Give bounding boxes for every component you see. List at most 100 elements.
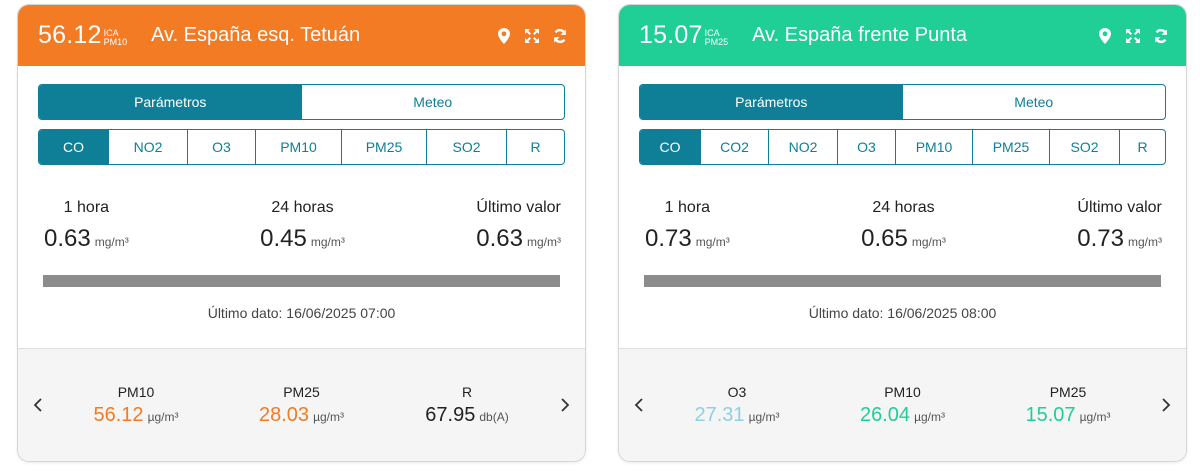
stat-unit: mg/m³ xyxy=(310,235,345,249)
carousel-item-value: 28.03 µg/m³ xyxy=(259,404,344,427)
carousel-item-value: 67.95 db(A) xyxy=(425,404,508,427)
level-bar xyxy=(644,275,1161,287)
tab-parametros[interactable]: Parámetros xyxy=(39,85,302,119)
carousel-item: PM25 15.07 µg/m³ xyxy=(998,384,1138,427)
carousel-item-unit: µg/m³ xyxy=(914,409,945,424)
view-tabs: Parámetros Meteo xyxy=(639,84,1166,120)
carousel-item-number: 27.31 xyxy=(694,403,745,426)
stat-number: 0.65 xyxy=(861,225,908,252)
param-no2[interactable]: NO2 xyxy=(769,130,838,164)
stats-row: 1 hora 0.63 mg/m³ 24 horas 0.45 mg/m³ Últi… xyxy=(38,199,565,253)
carousel-items: O3 27.31 µg/m³ PM10 26.04 µg/m³ PM25 15.07… xyxy=(659,384,1146,427)
parameter-selector: CO NO2 O3 PM10 PM25 SO2 R xyxy=(38,129,565,165)
carousel-item-unit: µg/m³ xyxy=(313,409,344,424)
level-bar xyxy=(43,275,560,287)
param-pm10[interactable]: PM10 xyxy=(256,130,342,164)
stat-value: 0.63 mg/m³ xyxy=(44,225,129,253)
expand-icon[interactable] xyxy=(523,27,541,45)
stat-label: 24 horas xyxy=(271,199,334,216)
carousel-prev-button[interactable] xyxy=(18,397,58,413)
pollutant-carousel: PM10 56.12 µg/m³ PM25 28.03 µg/m³ R 67.95 d… xyxy=(18,348,585,461)
stat-label: Último valor xyxy=(1077,199,1162,216)
stat-unit: mg/m³ xyxy=(527,235,561,249)
pollutant-carousel: O3 27.31 µg/m³ PM10 26.04 µg/m³ PM25 15.07… xyxy=(619,348,1186,461)
param-so2[interactable]: SO2 xyxy=(1050,130,1120,164)
param-pm25[interactable]: PM25 xyxy=(973,130,1050,164)
ica-sub: ICA PM25 xyxy=(704,28,729,47)
expand-icon[interactable] xyxy=(1124,27,1142,45)
carousel-item-label: PM10 xyxy=(884,383,921,400)
stat-value: 0.65 mg/m³ xyxy=(861,225,946,253)
param-pm25[interactable]: PM25 xyxy=(342,130,427,164)
tab-meteo[interactable]: Meteo xyxy=(302,85,565,119)
stat-24h: 24 horas 0.65 mg/m³ xyxy=(861,199,946,253)
card-body: Parámetros Meteo CO NO2 O3 PM10 PM25 SO2… xyxy=(18,66,585,321)
param-no2[interactable]: NO2 xyxy=(109,130,188,164)
tab-meteo[interactable]: Meteo xyxy=(903,85,1166,119)
param-so2[interactable]: SO2 xyxy=(427,130,507,164)
chevron-left-icon xyxy=(33,398,42,412)
chevron-right-icon xyxy=(561,398,570,412)
station-card-2: 15.07 ICA PM25 Av. España frente Punta P… xyxy=(618,4,1187,462)
stat-label: 1 hora xyxy=(63,199,110,216)
stat-unit: mg/m³ xyxy=(94,235,129,249)
stat-last: Último valor 0.73 mg/m³ xyxy=(1077,199,1162,253)
ica-value: 15.07 xyxy=(639,21,703,49)
carousel-item-label: R xyxy=(461,383,473,400)
stat-1h: 1 hora 0.63 mg/m³ xyxy=(44,199,129,253)
stat-1h: 1 hora 0.73 mg/m³ xyxy=(645,199,730,253)
stat-label: 1 hora xyxy=(664,199,711,216)
param-co[interactable]: CO xyxy=(640,130,701,164)
refresh-icon[interactable] xyxy=(1152,27,1170,45)
carousel-next-button[interactable] xyxy=(545,397,585,413)
stat-label: Último valor xyxy=(476,199,561,216)
carousel-item-label: PM10 xyxy=(117,383,155,400)
last-data-timestamp: Último dato: 16/06/2025 08:00 xyxy=(808,305,997,321)
carousel-item-label: PM25 xyxy=(283,383,320,400)
param-r[interactable]: R xyxy=(1120,130,1165,164)
stat-last: Último valor 0.63 mg/m³ xyxy=(476,199,561,253)
carousel-item-unit: µg/m³ xyxy=(748,409,780,424)
carousel-item-label: PM25 xyxy=(1049,383,1087,400)
card-header: 15.07 ICA PM25 Av. España frente Punta xyxy=(619,5,1186,66)
chevron-left-icon xyxy=(634,398,643,412)
param-o3[interactable]: O3 xyxy=(838,130,896,164)
carousel-item-value: 27.31 µg/m³ xyxy=(695,404,780,427)
stat-number: 0.45 xyxy=(260,225,307,252)
stat-value: 0.73 mg/m³ xyxy=(1077,225,1162,253)
tab-parametros[interactable]: Parámetros xyxy=(640,85,903,119)
carousel-item-number: 28.03 xyxy=(259,403,310,426)
stat-value: 0.45 mg/m³ xyxy=(260,225,345,253)
map-marker-icon[interactable] xyxy=(1096,27,1114,45)
param-co[interactable]: CO xyxy=(39,130,109,164)
station-card-1: 56.12 ICA PM10 Av. España esq. Tetuán Pa… xyxy=(17,4,586,462)
header-icons xyxy=(1096,27,1170,45)
station-name: Av. España frente Punta xyxy=(752,24,968,46)
carousel-item-number: 67.95 xyxy=(425,403,476,426)
carousel-item-unit: db(A) xyxy=(479,409,509,424)
refresh-icon[interactable] xyxy=(551,27,569,45)
carousel-item: O3 27.31 µg/m³ xyxy=(667,384,807,427)
carousel-item-number: 15.07 xyxy=(1025,403,1076,426)
carousel-item: PM10 56.12 µg/m³ xyxy=(66,384,206,427)
stat-unit: mg/m³ xyxy=(911,235,946,249)
carousel-next-button[interactable] xyxy=(1146,397,1186,413)
carousel-prev-button[interactable] xyxy=(619,397,659,413)
ica-sub: ICA PM10 xyxy=(104,28,128,47)
carousel-item-unit: µg/m³ xyxy=(147,409,179,424)
param-pm10[interactable]: PM10 xyxy=(896,130,973,164)
param-o3[interactable]: O3 xyxy=(188,130,256,164)
stats-row: 1 hora 0.73 mg/m³ 24 horas 0.65 mg/m³ Últi… xyxy=(639,199,1166,253)
param-co2[interactable]: CO2 xyxy=(701,130,769,164)
stat-24h: 24 horas 0.45 mg/m³ xyxy=(260,199,345,253)
stat-value: 0.63 mg/m³ xyxy=(476,225,561,253)
station-name: Av. España esq. Tetuán xyxy=(151,24,361,46)
stat-number: 0.73 xyxy=(1077,225,1124,252)
card-body: Parámetros Meteo CO CO2 NO2 O3 PM10 PM25… xyxy=(619,66,1186,321)
param-r[interactable]: R xyxy=(507,130,564,164)
ica-value: 56.12 xyxy=(38,21,102,49)
parameter-selector: CO CO2 NO2 O3 PM10 PM25 SO2 R xyxy=(639,129,1166,165)
map-marker-icon[interactable] xyxy=(495,27,513,45)
stat-label: 24 horas xyxy=(872,199,935,216)
ica-pollutant: PM25 xyxy=(704,36,729,47)
